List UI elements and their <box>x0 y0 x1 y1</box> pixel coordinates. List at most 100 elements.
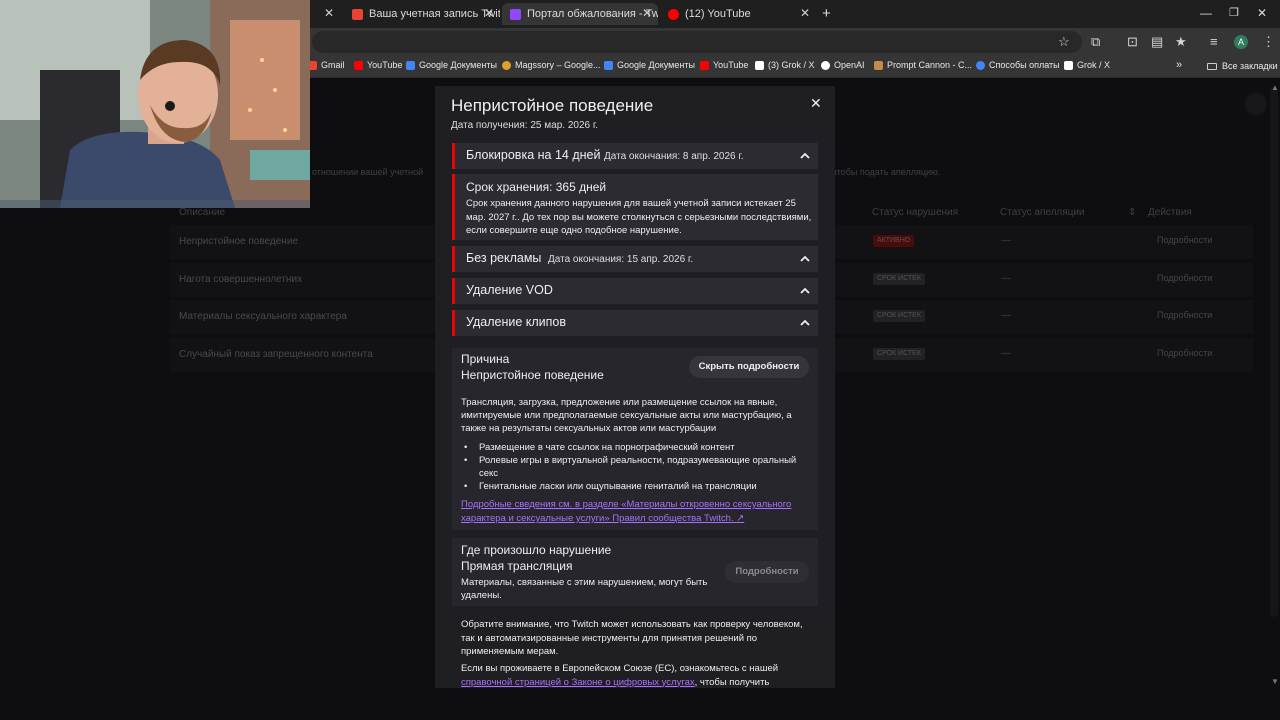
received-date: Дата получения: 25 мар. 2026 г. <box>451 120 599 131</box>
bookmark-youtube[interactable]: YouTube <box>700 60 748 70</box>
appeal-status: — <box>1001 310 1011 321</box>
intro-text-right: чтобы подать апелляцию. <box>832 167 941 177</box>
window-close-icon[interactable]: ✕ <box>1257 6 1267 20</box>
tab-twitch-account[interactable]: Ваша учетная запись Twitch A ✕ <box>344 3 500 25</box>
tab-title: Портал обжалования - Twitch <box>527 8 658 20</box>
location-description: Материалы, связанные с этим нарушением, … <box>461 577 708 601</box>
maximize-icon[interactable]: ❐ <box>1229 6 1239 19</box>
appeal-status: — <box>1001 348 1011 359</box>
page-scrollbar[interactable] <box>1270 87 1278 617</box>
penalty-vod-removal[interactable]: Удаление VOD <box>452 278 818 304</box>
column-header-appeal-status[interactable]: Статус апелляции <box>1000 207 1085 218</box>
bottom-strip <box>0 688 1280 720</box>
youtube-icon <box>354 60 363 70</box>
bookmarks-overflow-icon[interactable]: » <box>1176 59 1182 71</box>
penalty-ban[interactable]: Блокировка на 14 дней Дата окончания: 8 … <box>452 143 818 169</box>
eu-notice-text: Если вы проживаете в Европейском Союзе (… <box>461 663 779 674</box>
bookmark-star-icon[interactable]: ☆ <box>1058 34 1070 50</box>
chevron-up-icon[interactable] <box>800 255 810 263</box>
bookmark-payment-methods[interactable]: Способы оплаты <box>976 60 1060 70</box>
chevron-up-icon[interactable] <box>800 319 810 327</box>
bookmark-grok-x[interactable]: Grok / X <box>1064 60 1110 70</box>
bookmark-google-docs[interactable]: Google Документы <box>604 60 695 70</box>
chevron-up-icon[interactable] <box>800 287 810 295</box>
reading-list-icon[interactable]: ▤ <box>1151 34 1163 50</box>
webcam-overlay <box>0 0 310 208</box>
tab-title: (12) YouTube <box>685 8 751 20</box>
penalty-end-date: Дата окончания: 15 апр. 2026 г. <box>548 254 694 265</box>
details-link[interactable]: Подробности <box>1157 348 1212 358</box>
column-header-actions: Действия <box>1148 207 1192 218</box>
penalty-title: Без рекламы <box>466 251 542 265</box>
scroll-down-icon[interactable]: ▼ <box>1271 677 1279 686</box>
bookmark-label: Grok / X <box>1077 60 1111 70</box>
violation-details-modal: Непристойное поведение Дата получения: 2… <box>435 86 835 688</box>
eu-notice-suffix: , чтобы получить <box>694 676 770 688</box>
magssory-icon <box>502 60 511 70</box>
google-icon <box>976 60 985 70</box>
youtube-icon <box>700 60 709 70</box>
close-tab-icon[interactable]: ✕ <box>642 6 652 20</box>
bookmark-label: Gmail <box>321 60 345 70</box>
column-header-description: Описание <box>179 207 226 218</box>
community-guidelines-link[interactable]: Подробные сведения см. в разделе «Матери… <box>461 498 811 526</box>
bookmark-label: Google Документы <box>419 60 497 70</box>
profile-avatar[interactable]: A <box>1234 35 1248 49</box>
tab-title: Ваша учетная запись Twitch A <box>369 8 500 20</box>
intro-text: отношении вашей учетной <box>312 167 424 177</box>
bookmark-openai[interactable]: OpenAI <box>821 60 865 70</box>
new-tab-icon[interactable]: + <box>822 5 831 22</box>
scroll-up-icon[interactable]: ▲ <box>1271 83 1279 92</box>
reason-value: Непристойное поведение <box>461 368 604 382</box>
appeal-status: — <box>1001 273 1011 284</box>
menu-icon[interactable]: ⋮ <box>1262 34 1275 50</box>
close-tab-icon[interactable]: ✕ <box>324 6 334 20</box>
retention-title: Срок хранения: 365 дней <box>466 180 607 194</box>
tab-youtube[interactable]: (12) YouTube ✕ <box>660 3 816 25</box>
minimize-icon[interactable]: — <box>1200 6 1212 20</box>
close-icon[interactable]: ✕ <box>810 95 822 112</box>
webcam-image <box>0 0 310 208</box>
bookmark-youtube[interactable]: YouTube <box>354 60 402 70</box>
details-link[interactable]: Подробности <box>1157 235 1212 245</box>
folder-icon <box>1207 62 1217 70</box>
bookmarks-icon[interactable]: ★ <box>1175 34 1187 50</box>
extensions-icon[interactable]: ⧉ <box>1091 34 1100 50</box>
all-bookmarks-button[interactable]: Все закладки <box>1207 61 1278 71</box>
bookmark-label: Способы оплаты <box>989 60 1060 70</box>
list-item-text: Генитальные ласки или ощупывание генитал… <box>479 481 757 492</box>
bookmark-google-docs[interactable]: Google Документы <box>406 60 497 70</box>
location-label: Где произошло нарушение <box>461 543 612 557</box>
bookmark-magssory[interactable]: Magssory – Google... <box>502 60 601 70</box>
tab-appeal-portal[interactable]: Портал обжалования - Twitch ✕ <box>502 3 658 25</box>
location-card: Где произошло нарушение Прямая трансляци… <box>452 538 818 606</box>
details-link[interactable]: Подробности <box>1157 310 1212 320</box>
hide-details-button[interactable]: Скрыть подробности <box>689 356 809 378</box>
screenshot-icon[interactable]: ⊡ <box>1127 34 1138 50</box>
appeal-status: — <box>1001 235 1011 246</box>
close-tab-icon[interactable]: ✕ <box>484 6 494 20</box>
list-item-text: Размещение в чате ссылок на порнографиче… <box>479 442 735 453</box>
user-menu-avatar[interactable] <box>1245 93 1267 115</box>
list-item: Генитальные ласки или ощупывание генитал… <box>464 480 806 493</box>
penalty-title: Удаление клипов <box>466 315 567 329</box>
penalty-title: Блокировка на 14 дней <box>466 148 601 162</box>
youtube-favicon-icon <box>668 8 679 20</box>
close-tab-icon[interactable]: ✕ <box>800 6 810 20</box>
bookmark-gmail[interactable]: Gmail <box>308 60 345 70</box>
details-button[interactable]: Подробности <box>725 561 809 583</box>
all-bookmarks-label: Все закладки <box>1222 61 1278 71</box>
sort-icon[interactable]: ⇕ <box>1128 207 1136 218</box>
row-description: Материалы сексуального характера <box>179 311 347 322</box>
address-bar[interactable] <box>312 31 1082 53</box>
bookmark-grok[interactable]: (3) Grok / X <box>755 60 815 70</box>
penalty-no-ads[interactable]: Без рекламы Дата окончания: 15 апр. 2026… <box>452 246 818 272</box>
penalty-clips-removal[interactable]: Удаление клипов <box>452 310 818 336</box>
chevron-up-icon[interactable] <box>800 152 810 160</box>
x-logo-icon <box>1064 60 1073 70</box>
bookmark-prompt-cannon[interactable]: Prompt Cannon - C... <box>874 60 972 70</box>
reason-card: Причина Непристойное поведение Скрыть по… <box>452 348 818 530</box>
media-controls-icon[interactable]: ≡ <box>1210 34 1218 49</box>
details-link[interactable]: Подробности <box>1157 273 1212 283</box>
dsa-help-link[interactable]: справочной страницей о Законе о цифровых… <box>461 677 695 688</box>
